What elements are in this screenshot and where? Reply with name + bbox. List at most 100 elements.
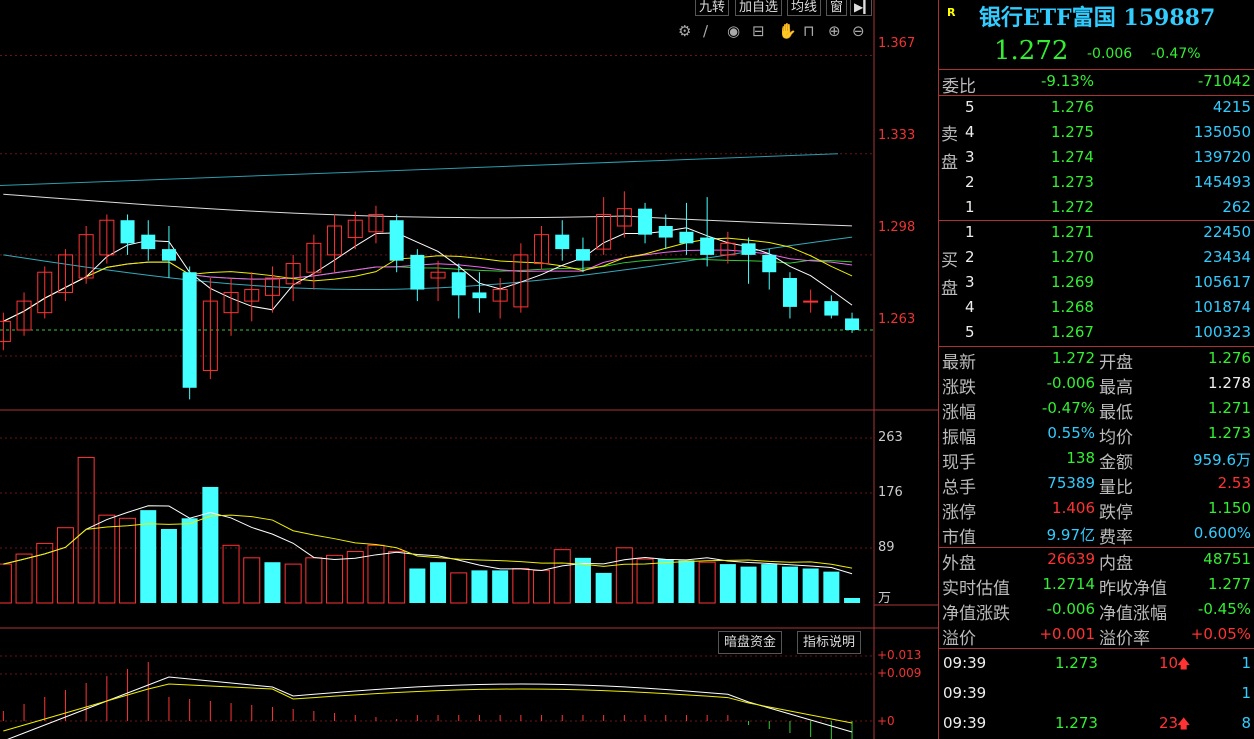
stat-label: 跌停	[1099, 503, 1133, 523]
hand-drag-icon[interactable]: ✋	[778, 24, 797, 39]
stat-label: 净值涨跌	[942, 604, 1010, 624]
candle-body	[555, 234, 570, 250]
level-volume: 23434	[1203, 248, 1251, 266]
volume-bar	[388, 551, 406, 604]
level-number: 3	[965, 273, 975, 291]
tick-price: 1.273	[1055, 654, 1098, 672]
window-button[interactable]: 窗	[826, 0, 848, 16]
sell-level-row: 5 1.276 4215	[939, 96, 1254, 121]
jiuzhuan-button[interactable]: 九转	[695, 0, 730, 16]
candle-body	[410, 254, 425, 290]
indicator-tick-label: +0.009	[877, 666, 922, 680]
stat-value: 26639	[1047, 550, 1095, 568]
draw-pen-icon[interactable]: ∕	[703, 24, 708, 39]
eye-icon[interactable]: ◉	[727, 24, 740, 39]
stat-label: 涨跌	[942, 378, 976, 398]
candle-body	[0, 320, 11, 343]
stat-value: 1.273	[1208, 424, 1251, 442]
stat-value: -0.006	[1046, 600, 1095, 618]
stat-label: 最低	[1099, 403, 1133, 423]
level-volume: 135050	[1193, 123, 1251, 141]
price-change: -0.006	[1087, 46, 1133, 62]
volume-tick-label: 89	[878, 540, 895, 555]
volume-bar	[222, 544, 240, 604]
kline-chart[interactable]	[0, 0, 938, 739]
candle-body	[824, 301, 839, 316]
volume-bar	[533, 569, 551, 604]
volume-bar	[409, 568, 426, 603]
volume-bar	[761, 564, 778, 603]
stat-row: 最新 1.272 开盘 1.276	[939, 347, 1254, 373]
indicator-help-button[interactable]: 指标说明	[797, 631, 862, 654]
candle-body	[741, 243, 756, 255]
buy-level-row: 1 1.271 22450	[939, 221, 1254, 246]
volume-bar	[740, 566, 757, 603]
sell-level-row: 4 1.275 135050	[939, 121, 1254, 146]
tick-row: 09:39 1.273 10 1	[939, 652, 1254, 677]
level-volume: 22450	[1203, 223, 1251, 241]
stat-label: 涨停	[942, 503, 976, 523]
volume-bar	[430, 562, 447, 603]
price-tick-label: 1.333	[878, 128, 916, 143]
price-tick-label: 1.367	[878, 36, 916, 51]
level-volume: 145493	[1193, 173, 1251, 191]
price-change-pct: -0.47%	[1151, 46, 1201, 62]
volume-bar	[844, 597, 861, 603]
volume-bar	[264, 562, 281, 603]
stat-value: 1.277	[1208, 575, 1251, 593]
stat-row: 涨跌 -0.006 最高 1.278	[939, 372, 1254, 398]
settings-icon[interactable]: ⚙	[678, 24, 691, 39]
stat-value: 75389	[1047, 474, 1095, 492]
volume-tick-label: 263	[878, 430, 903, 445]
level-number: 2	[965, 248, 975, 266]
stat-row: 现手 138 金额 959.6万	[939, 447, 1254, 473]
stat-value: 9.97亿	[1046, 526, 1095, 544]
level-price: 1.268	[1051, 298, 1094, 316]
volume-bar	[657, 559, 674, 603]
chart-area[interactable]: 九转 加自选 均线 窗 ▶▎ ⚙ ∕ ◉ ⊟ ✋ ⊓ ⊕ ⊖ 1.367 1.3…	[0, 0, 938, 739]
volume-bar	[823, 571, 840, 603]
candle-body	[700, 237, 715, 255]
volume-bar	[595, 572, 612, 603]
stat-value: -0.47%	[1041, 399, 1095, 417]
volume-bar	[0, 563, 12, 604]
volume-bar	[553, 549, 571, 604]
level-price: 1.267	[1051, 323, 1094, 341]
level-number: 3	[965, 148, 975, 166]
stat-value: -0.006	[1046, 374, 1095, 392]
lock-icon[interactable]: ⊓	[803, 24, 815, 39]
candle-body	[845, 318, 860, 330]
lock-screen-icon[interactable]: ⊟	[752, 24, 765, 39]
level-price: 1.269	[1051, 273, 1094, 291]
up-arrow-icon: 🡅	[1177, 657, 1191, 672]
level-price: 1.276	[1051, 98, 1094, 116]
level-number: 4	[965, 298, 975, 316]
stat-value: 0.600%	[1193, 524, 1251, 542]
volume-bar	[181, 518, 198, 603]
ma-button[interactable]: 均线	[787, 0, 822, 16]
collapse-panel-icon[interactable]: ▶▎	[850, 0, 872, 16]
volume-bar	[305, 557, 323, 604]
price-tick-label: 1.263	[878, 312, 916, 327]
stat-value: 2.53	[1217, 474, 1251, 492]
stat-label: 涨幅	[942, 403, 976, 423]
zoom-out-icon[interactable]: ⊖	[852, 24, 865, 39]
level-number: 5	[965, 323, 975, 341]
stat-label: 溢价	[942, 629, 976, 649]
tick-price: 1.273	[1055, 714, 1098, 732]
indicator-dea-line	[3, 683, 853, 732]
volume-bar	[346, 551, 364, 604]
add-watchlist-button[interactable]: 加自选	[735, 0, 783, 16]
volume-ma5-line	[3, 505, 853, 575]
zoom-in-icon[interactable]: ⊕	[828, 24, 841, 39]
tick-time: 09:39	[943, 654, 987, 672]
stat-label: 市值	[942, 528, 976, 548]
volume-bar	[243, 557, 261, 604]
tick-count: 1	[1241, 654, 1251, 672]
level-number: 2	[965, 173, 975, 191]
level-volume: 105617	[1193, 273, 1251, 291]
candle-body	[120, 220, 135, 244]
candle-body	[803, 300, 819, 303]
volume-bar	[636, 558, 654, 604]
dark-fund-button[interactable]: 暗盘资金	[718, 631, 783, 654]
